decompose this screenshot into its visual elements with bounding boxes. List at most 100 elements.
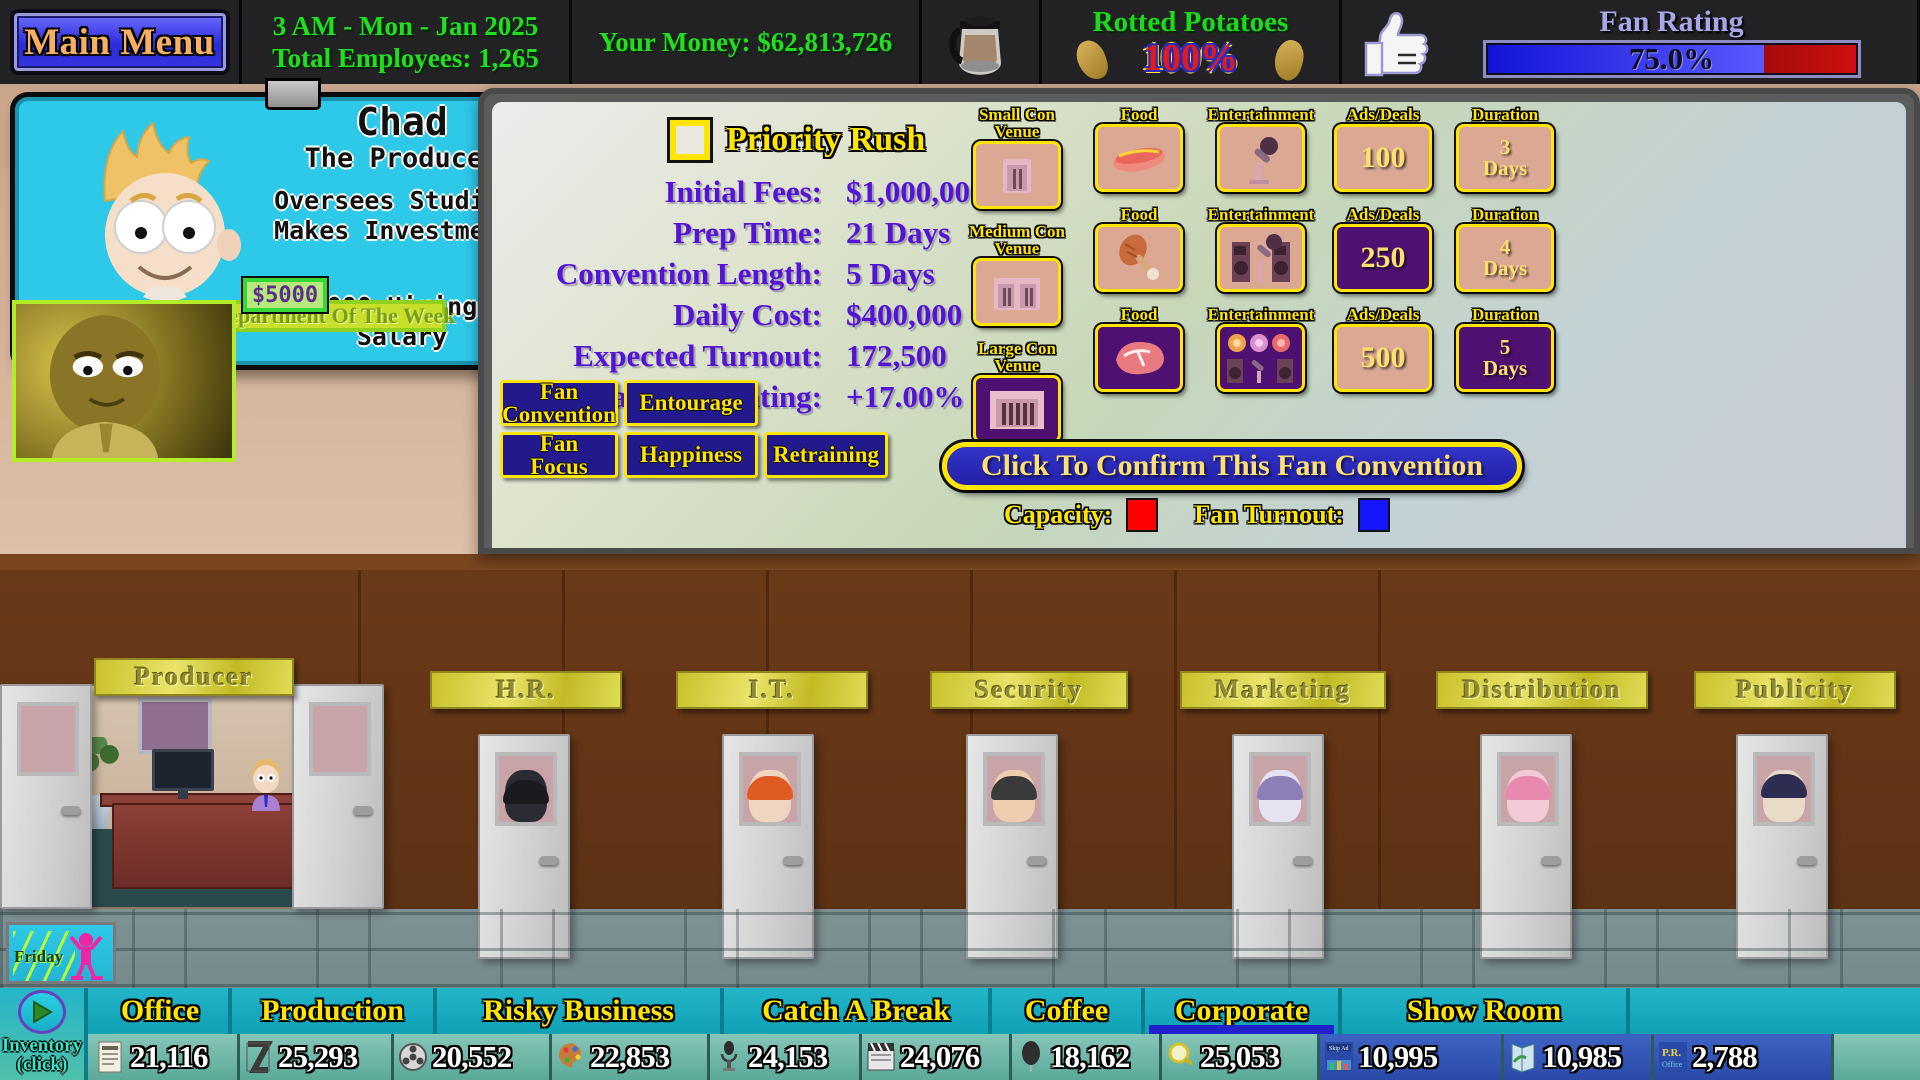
door-publicity[interactable] xyxy=(1736,734,1828,959)
tab-fan-focus[interactable]: Fan Focus xyxy=(500,431,618,478)
money-cell: Your Money: $62,813,726 xyxy=(572,0,922,84)
desk xyxy=(112,803,302,889)
stat-cell-palette[interactable]: 22,853 xyxy=(552,1034,710,1080)
play-icon xyxy=(33,1000,53,1024)
palette-icon xyxy=(558,1043,581,1068)
date-text: 3 AM - Mon - Jan 2025 xyxy=(272,10,539,41)
door-knob xyxy=(353,806,373,815)
stat-cell-magnifier[interactable]: 25,053 xyxy=(1162,1034,1320,1080)
medium-venue-button[interactable] xyxy=(973,258,1061,326)
microphone-button[interactable] xyxy=(1217,124,1305,192)
ads-100-button[interactable]: 100 xyxy=(1334,124,1432,192)
svg-text:Skip Ad: Skip Ad xyxy=(1329,1046,1349,1052)
door-distribution[interactable] xyxy=(1480,734,1572,959)
stat-cell-map[interactable]: 10,985 xyxy=(1504,1034,1654,1080)
stage-lights-button[interactable] xyxy=(1217,324,1305,392)
dept-sign-producer[interactable]: Producer xyxy=(94,658,294,696)
ads-500-button[interactable]: 500 xyxy=(1334,324,1432,392)
door-marketing[interactable] xyxy=(1232,734,1324,959)
bottom-tab-show-room[interactable]: Show Room xyxy=(1342,988,1630,1034)
bottom-tab-production[interactable]: Production xyxy=(232,988,437,1034)
dept-sign-it[interactable]: I.T. xyxy=(676,671,868,709)
salary-value-box[interactable]: $5000 xyxy=(243,278,327,312)
door-hr[interactable] xyxy=(478,734,570,959)
hotdog-button[interactable] xyxy=(1095,124,1183,192)
confirm-convention-button[interactable]: Click To Confirm This Fan Convention xyxy=(942,442,1522,490)
date-employees-cell: 3 AM - Mon - Jan 2025 Total Employees: 1… xyxy=(242,0,572,84)
door-knob xyxy=(1797,856,1817,865)
stat-cell-advert[interactable]: Skip Ad 10,995 xyxy=(1320,1034,1504,1080)
bottom-tabs: Office Production Risky Business Catch A Br… xyxy=(0,988,1920,1034)
large-venue-button[interactable] xyxy=(973,375,1061,443)
dept-sign-hr[interactable]: H.R. xyxy=(430,671,622,709)
bottom-values: 21,116 25,293 20,552 22,853 24,153 24,076 18,1… xyxy=(0,1034,1920,1080)
ads-250-button[interactable]: 250 xyxy=(1334,224,1432,292)
stat-cell-balloon[interactable]: 18,162 xyxy=(1012,1034,1162,1080)
stat-cell-microphone[interactable]: 24,153 xyxy=(710,1034,862,1080)
rotted-potatoes-value: 100% xyxy=(1143,36,1238,79)
tab-label: Happiness xyxy=(639,442,743,468)
door-knob xyxy=(1027,856,1047,865)
clapperboard-icon xyxy=(867,1042,895,1071)
employee-of-the-week-photo xyxy=(12,300,236,462)
bottom-tab-label: Office xyxy=(120,994,200,1027)
panel-body: Priority Rush Initial Fees: $1,000,000 P… xyxy=(492,102,1906,548)
tab-entourage[interactable]: Entourage xyxy=(624,380,758,426)
stat-cell-clapperboard[interactable]: 24,076 xyxy=(862,1034,1012,1080)
dept-sign-publicity[interactable]: Publicity xyxy=(1694,671,1896,709)
tab-row-2: Fan Focus Happiness Retraining xyxy=(492,431,912,478)
film-strip-icon xyxy=(246,1041,274,1073)
duration-4-days-button[interactable]: 4 Days xyxy=(1456,224,1554,292)
friday-banner: Friday xyxy=(6,922,116,984)
stat-cell-script[interactable]: 21,116 xyxy=(92,1034,240,1080)
door-window xyxy=(495,752,557,826)
door-security[interactable] xyxy=(966,734,1058,959)
monitor-icon xyxy=(152,749,214,791)
bottom-tab-coffee[interactable]: Coffee xyxy=(992,988,1145,1034)
dept-sign-distribution[interactable]: Distribution xyxy=(1436,671,1648,709)
drumstick-button[interactable] xyxy=(1095,224,1183,292)
bottom-tab-office[interactable]: Office xyxy=(92,988,232,1034)
priority-rush-checkbox[interactable] xyxy=(670,120,710,160)
capacity-color-swatch xyxy=(1126,498,1159,532)
dept-label: Marketing xyxy=(1214,675,1352,704)
bottom-tab-label: Coffee xyxy=(1024,994,1109,1027)
tab-retraining[interactable]: Retraining xyxy=(764,432,888,478)
steak-button[interactable] xyxy=(1095,324,1183,392)
stat-label: Daily Cost: xyxy=(673,297,822,332)
stat-label: Convention Length: xyxy=(555,256,822,291)
band-speakers-button[interactable] xyxy=(1217,224,1305,292)
duration-value: 5 Days xyxy=(1482,335,1528,380)
bottom-bar: Office Production Risky Business Catch A Br… xyxy=(0,988,1920,1080)
fan-convention-panel: Priority Rush Initial Fees: $1,000,000 P… xyxy=(478,88,1920,554)
small-venue-button[interactable] xyxy=(973,141,1061,209)
play-button[interactable] xyxy=(18,990,66,1034)
stat-cell-film-reel[interactable]: 20,552 xyxy=(394,1034,552,1080)
door-producer[interactable] xyxy=(292,684,384,909)
stat-cell-film-strip[interactable]: 25,293 xyxy=(240,1034,394,1080)
inventory-button[interactable]: Inventory (click) xyxy=(0,988,88,1080)
producer-avatar-small xyxy=(252,759,280,811)
dept-sign-marketing[interactable]: Marketing xyxy=(1180,671,1386,709)
employees-text: Total Employees: 1,265 xyxy=(272,43,539,73)
bottom-tab-corporate[interactable]: Corporate xyxy=(1145,988,1342,1034)
tab-happiness[interactable]: Happiness xyxy=(624,432,758,478)
microphone-icon xyxy=(1249,137,1278,184)
door-left-edge[interactable] xyxy=(0,684,92,909)
tab-fan-convention[interactable]: Fan Convention xyxy=(500,379,618,426)
coffee-cell[interactable] xyxy=(922,0,1042,84)
main-menu-button[interactable]: Main Menu xyxy=(9,9,230,75)
duration-5-days-button[interactable]: 5 Days xyxy=(1456,324,1554,392)
duration-column: Duration 3 Days Duration 4 Days Duration xyxy=(1430,106,1580,406)
duration-3-days-button[interactable]: 3 Days xyxy=(1456,124,1554,192)
bottom-tab-risky-business[interactable]: Risky Business xyxy=(437,988,724,1034)
bottom-tab-label: Catch A Break xyxy=(762,994,950,1027)
hotdog-icon xyxy=(1113,147,1165,172)
dept-sign-security[interactable]: Security xyxy=(930,671,1128,709)
fan-turnout-label: Fan Turnout: xyxy=(1194,500,1344,529)
bottom-tab-catch-a-break[interactable]: Catch A Break xyxy=(724,988,992,1034)
tab-label: Retraining xyxy=(772,442,880,468)
stat-cell-pr[interactable]: P.R. Office 2,788 xyxy=(1654,1034,1834,1080)
stat-value: 24,076 xyxy=(900,1039,980,1074)
panel-tab-buttons: Fan Convention Entourage Fan Focus Happi… xyxy=(492,379,912,484)
